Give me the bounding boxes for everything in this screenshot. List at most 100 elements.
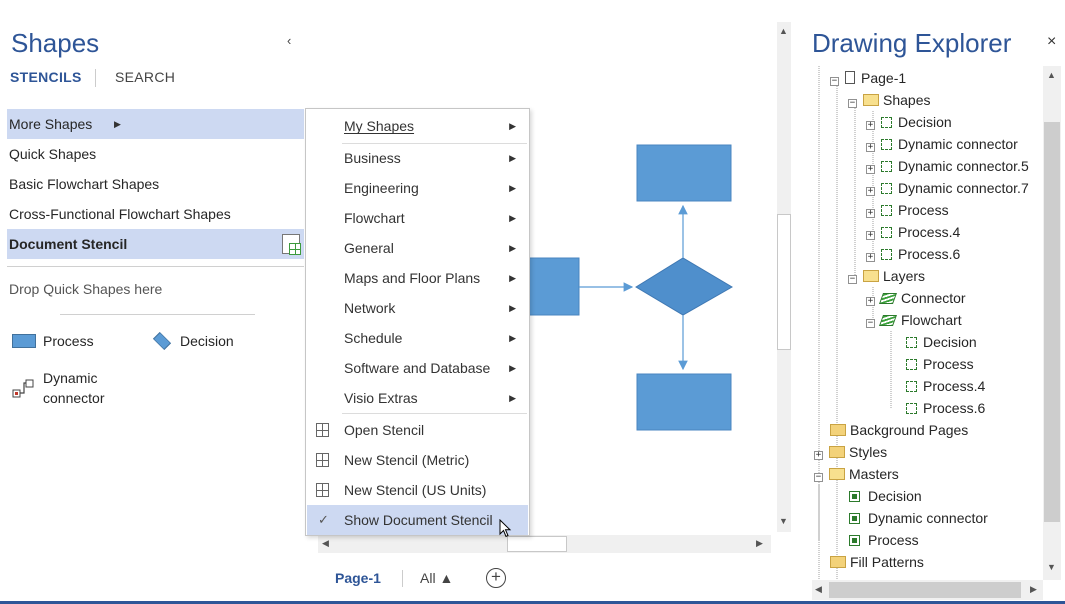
scroll-right-icon[interactable]: ▶ xyxy=(1030,584,1037,595)
scroll-thumb[interactable] xyxy=(829,582,1021,598)
expand-icon[interactable]: + xyxy=(866,297,875,306)
collapse-icon[interactable]: − xyxy=(866,319,875,328)
scroll-thumb[interactable] xyxy=(777,214,791,350)
submenu-arrow-icon: ▶ xyxy=(509,363,516,373)
tree-item-shape[interactable]: Process.6 xyxy=(906,397,985,419)
collapse-icon[interactable]: − xyxy=(830,77,839,86)
page-tab-page-1[interactable]: Page-1 xyxy=(335,570,381,586)
menu-label: General xyxy=(344,240,394,256)
menu-item-network[interactable]: Network ▶ xyxy=(307,293,528,323)
menu-item-new-stencil-metric[interactable]: New Stencil (Metric) xyxy=(307,445,528,475)
menu-item-schedule[interactable]: Schedule ▶ xyxy=(307,323,528,353)
scroll-up-icon[interactable]: ▲ xyxy=(1047,70,1056,80)
stencil-quick-shapes[interactable]: Quick Shapes xyxy=(7,139,304,169)
tree-item-page-1[interactable]: − Page-1 xyxy=(830,67,906,89)
decision-shape[interactable] xyxy=(635,257,733,316)
tree-item-master[interactable]: Dynamic connector xyxy=(849,507,988,529)
collapse-icon[interactable]: − xyxy=(848,275,857,284)
add-page-icon[interactable]: + xyxy=(486,568,506,588)
tree-item-shape[interactable]: + Process.4 xyxy=(866,221,960,243)
collapse-icon[interactable]: − xyxy=(814,473,823,482)
master-process[interactable]: Process xyxy=(12,333,132,353)
scroll-left-icon[interactable]: ◀ xyxy=(322,538,329,549)
tree-item-shape[interactable]: Process xyxy=(906,353,974,375)
master-dynamic-connector[interactable]: Dynamic connector xyxy=(12,370,132,410)
explorer-horizontal-scrollbar[interactable]: ◀ ▶ xyxy=(812,580,1043,600)
stencil-basic-flowchart[interactable]: Basic Flowchart Shapes xyxy=(7,169,304,199)
process-shape[interactable] xyxy=(636,144,732,202)
explorer-vertical-scrollbar[interactable]: ▲ ▼ xyxy=(1043,66,1061,580)
canvas-horizontal-scrollbar[interactable]: ◀ ▶ xyxy=(318,535,771,553)
expand-icon[interactable]: + xyxy=(866,253,875,262)
tree-item-shape[interactable]: + Dynamic connector.5 xyxy=(866,155,1029,177)
close-icon[interactable]: × xyxy=(1047,33,1056,51)
collapse-icon[interactable]: − xyxy=(848,99,857,108)
expand-icon[interactable]: + xyxy=(866,187,875,196)
scroll-down-icon[interactable]: ▼ xyxy=(1047,562,1056,572)
tree-item-master[interactable]: Process xyxy=(849,529,919,551)
expand-icon[interactable]: + xyxy=(866,121,875,130)
menu-item-software-database[interactable]: Software and Database ▶ xyxy=(307,353,528,383)
expand-icon[interactable]: + xyxy=(866,165,875,174)
menu-item-business[interactable]: Business ▶ xyxy=(307,143,528,173)
scroll-thumb[interactable] xyxy=(507,536,567,552)
menu-item-show-document-stencil[interactable]: ✓ Show Document Stencil xyxy=(307,505,528,535)
all-pages-button[interactable]: All ▲ xyxy=(420,570,453,586)
scroll-thumb[interactable] xyxy=(1044,122,1060,522)
tree-item-shape[interactable]: + Process xyxy=(866,199,949,221)
tree-item-layer[interactable]: + Connector xyxy=(866,287,966,309)
tree-label: Process.4 xyxy=(923,378,986,394)
stencil-document[interactable]: Document Stencil xyxy=(7,229,304,259)
expand-icon[interactable]: + xyxy=(866,143,875,152)
tree-item-master[interactable]: Decision xyxy=(849,485,922,507)
tree-item-shape[interactable]: + Decision xyxy=(866,111,952,133)
tree-label: Layers xyxy=(883,268,926,284)
menu-item-engineering[interactable]: Engineering ▶ xyxy=(307,173,528,203)
scroll-down-icon[interactable]: ▼ xyxy=(779,516,788,526)
process-shape[interactable] xyxy=(636,373,732,431)
menu-item-flowchart[interactable]: Flowchart ▶ xyxy=(307,203,528,233)
layer-icon xyxy=(878,293,898,304)
stencil-label: Quick Shapes xyxy=(9,146,97,162)
tree-item-shape[interactable]: Process.4 xyxy=(906,375,985,397)
menu-item-my-shapes[interactable]: My Shapes ▶ xyxy=(307,111,528,141)
scroll-right-icon[interactable]: ▶ xyxy=(756,538,763,549)
master-decision[interactable]: Decision xyxy=(150,331,270,353)
tree-item-shape[interactable]: + Dynamic connector.7 xyxy=(866,177,1029,199)
menu-item-general[interactable]: General ▶ xyxy=(307,233,528,263)
tab-stencils[interactable]: STENCILS xyxy=(10,69,82,85)
tree-label: Masters xyxy=(849,466,899,482)
stencil-more-shapes[interactable]: More Shapes ▶ xyxy=(7,109,304,139)
scroll-up-icon[interactable]: ▲ xyxy=(779,26,788,36)
tree-item-shape[interactable]: + Process.6 xyxy=(866,243,960,265)
menu-item-maps-floor-plans[interactable]: Maps and Floor Plans ▶ xyxy=(307,263,528,293)
tree-item-shape[interactable]: + Dynamic connector xyxy=(866,133,1018,155)
menu-item-visio-extras[interactable]: Visio Extras ▶ xyxy=(307,383,528,413)
shape-icon xyxy=(881,117,892,128)
tree-item-styles[interactable]: + Styles xyxy=(814,441,887,463)
expand-icon[interactable]: + xyxy=(866,231,875,240)
tab-search[interactable]: SEARCH xyxy=(115,69,175,85)
submenu-arrow-icon: ▶ xyxy=(509,273,516,283)
expand-icon[interactable]: + xyxy=(814,451,823,460)
tree-item-fill-patterns[interactable]: Fill Patterns xyxy=(830,551,924,573)
stencil-cross-functional[interactable]: Cross-Functional Flowchart Shapes xyxy=(7,199,304,229)
decision-diamond-icon xyxy=(152,331,172,351)
tree-item-background-pages[interactable]: Background Pages xyxy=(830,419,968,441)
canvas-vertical-scrollbar[interactable]: ▲ ▼ xyxy=(773,22,793,532)
divider xyxy=(7,266,304,267)
tree-label: Fill Patterns xyxy=(850,554,924,570)
tree-item-shapes-folder[interactable]: − Shapes xyxy=(848,89,930,111)
expand-icon[interactable]: + xyxy=(866,209,875,218)
tree-item-layer[interactable]: − Flowchart xyxy=(866,309,962,331)
tree-item-shape[interactable]: Decision xyxy=(906,331,977,353)
new-stencil-icon xyxy=(316,453,329,467)
tree-item-layers-folder[interactable]: − Layers xyxy=(848,265,925,287)
menu-item-new-stencil-us[interactable]: New Stencil (US Units) xyxy=(307,475,528,505)
menu-item-open-stencil[interactable]: Open Stencil xyxy=(307,415,528,445)
collapse-pane-icon[interactable]: ‹ xyxy=(287,33,291,48)
master-label-line1: Dynamic xyxy=(43,370,98,386)
scroll-left-icon[interactable]: ◀ xyxy=(815,584,822,595)
explorer-title: Drawing Explorer xyxy=(812,28,1012,58)
tree-item-masters[interactable]: − Masters xyxy=(814,463,899,485)
